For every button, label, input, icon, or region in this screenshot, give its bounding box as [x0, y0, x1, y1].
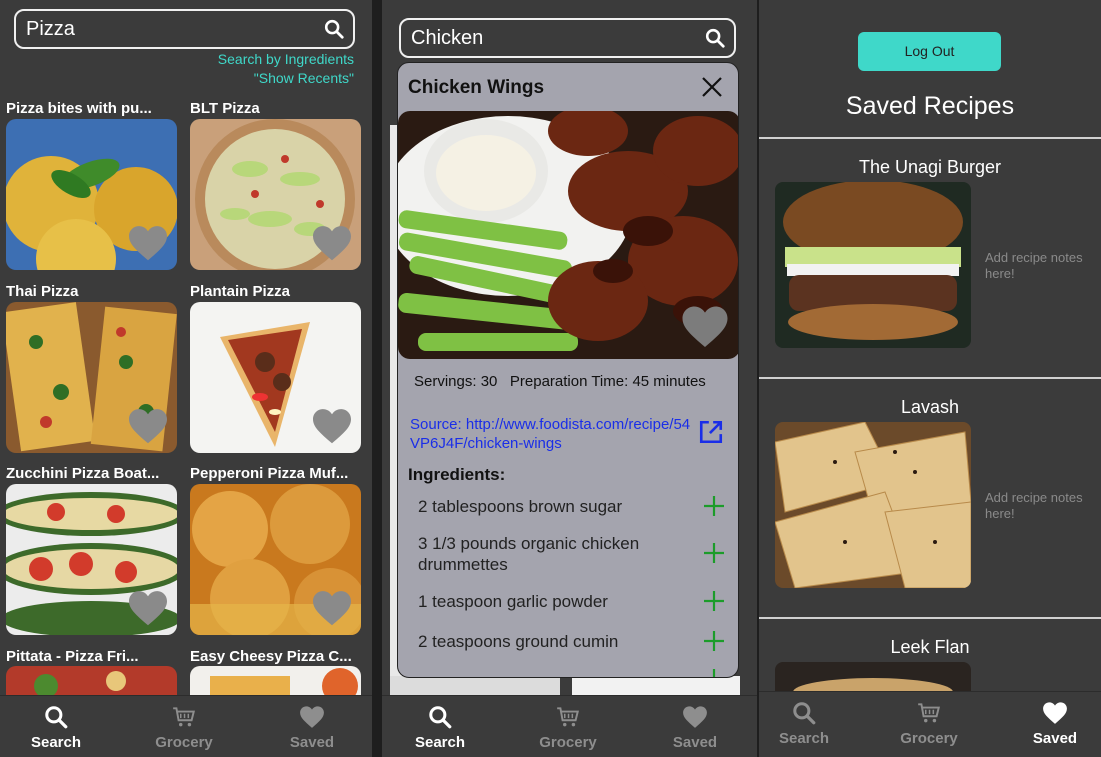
heart-icon — [1042, 700, 1068, 726]
ingredient-item: 3 1/3 pounds organic chicken drummettes — [418, 534, 640, 574]
external-link-icon[interactable] — [698, 419, 724, 445]
add-to-grocery-icon[interactable] — [702, 629, 726, 653]
favorite-heart-icon[interactable] — [127, 589, 169, 627]
nav-grocery[interactable]: Grocery — [869, 692, 989, 754]
result-card-image[interactable] — [6, 302, 177, 453]
search-input[interactable]: Pizza — [14, 9, 355, 49]
recipe-notes-input[interactable]: Add recipe notes here! — [985, 250, 1095, 282]
result-title: Pittata - Pizza Fri... — [6, 648, 139, 665]
ingredient-item: 2 tablespoons brown sugar — [418, 497, 623, 516]
result-title: Easy Cheesy Pizza C... — [190, 648, 352, 665]
result-card-image[interactable] — [6, 484, 177, 635]
search-input-value: Pizza — [26, 18, 75, 40]
cart-icon — [916, 700, 942, 726]
recipe-title: Chicken Wings — [408, 77, 545, 98]
result-card-image[interactable] — [6, 119, 177, 270]
favorite-heart-icon[interactable] — [680, 304, 730, 349]
favorite-heart-icon[interactable] — [127, 407, 169, 445]
favorite-heart-icon[interactable] — [311, 224, 353, 262]
search-screen: Pizza Search by Ingredients "Show Recent… — [0, 0, 372, 757]
favorite-heart-icon[interactable] — [127, 224, 169, 262]
favorite-heart-icon[interactable] — [311, 589, 353, 627]
recipe-detail-screen: Chicken Chicken Wings Servings: 30 Prepa… — [382, 0, 757, 757]
result-card-image[interactable] — [190, 302, 361, 453]
nav-search[interactable]: Search — [759, 692, 864, 754]
favorite-heart-icon[interactable] — [311, 407, 353, 445]
nav-saved[interactable]: Saved — [995, 692, 1101, 754]
add-to-grocery-icon[interactable] — [702, 541, 726, 565]
nav-search-label: Search — [778, 730, 830, 747]
search-icon — [791, 700, 817, 726]
result-title: Thai Pizza — [6, 283, 79, 300]
nav-grocery-label: Grocery — [155, 734, 213, 751]
cart-icon — [555, 704, 581, 730]
nav-search-label: Search — [30, 734, 82, 751]
divider — [759, 377, 1101, 379]
saved-recipes-screen: Log Out Saved Recipes The Unagi Burger A… — [759, 0, 1101, 757]
nav-saved-label: Saved — [289, 734, 335, 751]
nav-search-label: Search — [414, 734, 466, 751]
nav-saved-label: Saved — [1032, 730, 1078, 747]
recipe-notes-input[interactable]: Add recipe notes here! — [985, 490, 1095, 522]
search-input[interactable]: Chicken — [399, 18, 736, 58]
saved-recipe-name: The Unagi Burger — [858, 157, 1002, 177]
nav-grocery[interactable]: Grocery — [508, 696, 628, 757]
saved-recipe-image[interactable] — [775, 422, 971, 588]
heart-icon — [682, 704, 708, 730]
ingredients-heading: Ingredients: — [408, 465, 506, 484]
add-to-grocery-icon[interactable] — [702, 494, 726, 518]
ingredient-item: 2 teaspoons ground cumin — [418, 632, 619, 651]
recipe-modal: Chicken Wings Servings: 30 Preparation T… — [397, 62, 739, 678]
background-result-tile — [390, 676, 560, 696]
bottom-nav: Search Grocery Saved — [759, 691, 1101, 757]
nav-grocery-label: Grocery — [900, 730, 958, 747]
heart-icon — [299, 704, 325, 730]
result-card-image[interactable] — [190, 119, 361, 270]
result-title: Zucchini Pizza Boat... — [6, 465, 160, 482]
result-title: Pepperoni Pizza Muf... — [190, 465, 349, 482]
cart-icon — [171, 704, 197, 730]
logout-button[interactable]: Log Out — [858, 32, 1001, 71]
source-link[interactable]: Source: http://www.foodista.com/recipe/5… — [410, 415, 700, 453]
search-icon — [427, 704, 453, 730]
show-recents-link[interactable]: "Show Recents" — [254, 70, 354, 86]
servings-prep-time: Servings: 30 Preparation Time: 45 minute… — [414, 373, 706, 390]
result-title: Plantain Pizza — [190, 283, 291, 300]
add-to-grocery-icon[interactable] — [702, 667, 726, 678]
search-icon[interactable] — [323, 18, 345, 40]
saved-recipe-name: Leek Flan — [890, 637, 970, 657]
unagi-burger-image — [775, 182, 971, 348]
divider — [759, 137, 1101, 139]
nav-saved[interactable]: Saved — [635, 696, 755, 757]
divider — [759, 617, 1101, 619]
bottom-nav: Search Grocery Saved — [0, 695, 372, 757]
lavash-image — [775, 422, 971, 588]
page-title: Saved Recipes — [845, 92, 1015, 120]
nav-saved-label: Saved — [672, 734, 718, 751]
result-title: BLT Pizza — [190, 100, 260, 117]
nav-grocery[interactable]: Grocery — [124, 696, 244, 757]
nav-search[interactable]: Search — [0, 696, 116, 757]
bottom-nav: Search Grocery Saved — [382, 695, 757, 757]
search-by-ingredients-link[interactable]: Search by Ingredients — [218, 51, 354, 67]
result-title: Pizza bites with pu... — [6, 100, 152, 117]
search-icon — [43, 704, 69, 730]
result-card-image[interactable] — [190, 484, 361, 635]
nav-grocery-label: Grocery — [539, 734, 597, 751]
add-to-grocery-icon[interactable] — [702, 589, 726, 613]
saved-recipe-name: Lavash — [900, 397, 960, 417]
search-icon[interactable] — [704, 27, 726, 49]
saved-recipe-image[interactable] — [775, 182, 971, 348]
background-result-tile — [572, 676, 740, 696]
search-input-value: Chicken — [411, 27, 484, 49]
nav-saved[interactable]: Saved — [252, 696, 372, 757]
close-icon[interactable] — [700, 75, 724, 99]
ingredient-item: 1 teaspoon garlic powder — [418, 592, 608, 611]
recipe-image — [398, 111, 738, 359]
nav-search[interactable]: Search — [382, 696, 500, 757]
